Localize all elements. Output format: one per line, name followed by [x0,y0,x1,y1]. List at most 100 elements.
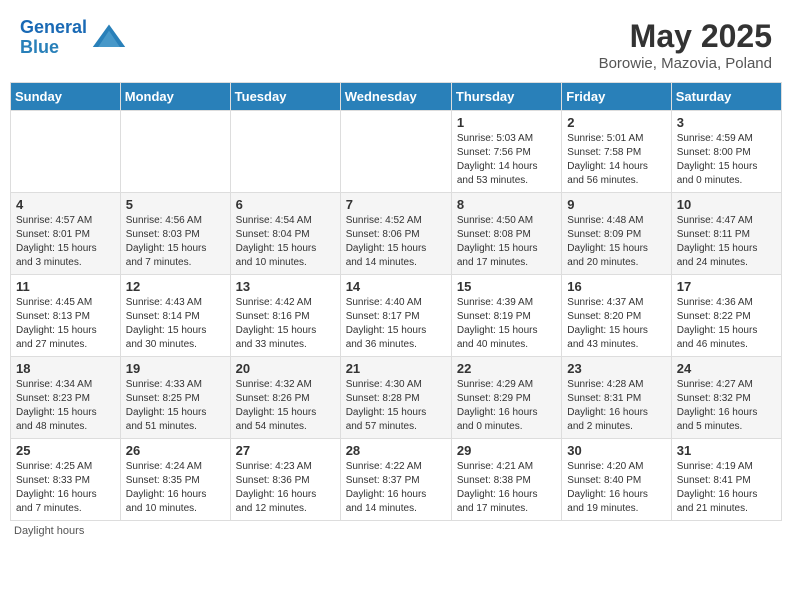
day-info: Sunrise: 4:21 AM Sunset: 8:38 PM Dayligh… [457,460,556,516]
calendar-cell: 8 Sunrise: 4:50 AM Sunset: 8:08 PM Daylig… [451,193,561,275]
calendar-cell: 18 Sunrise: 4:34 AM Sunset: 8:23 PM Dayli… [11,357,121,439]
day-number: 28 [346,443,446,458]
calendar-cell: 7 Sunrise: 4:52 AM Sunset: 8:06 PM Daylig… [340,193,451,275]
calendar-cell: 16Sunrise: 4:37 AM Sunset: 8:20 PM Dayli… [562,275,671,357]
calendar-cell: 10 Sunrise: 4:47 AM Sunset: 8:11 PM Dayli… [671,193,781,275]
calendar-cell: 25 Sunrise: 4:25 AM Sunset: 8:33 PM Dayli… [11,439,121,521]
day-number: 22 [457,361,556,376]
day-info: Sunrise: 4:36 AM Sunset: 8:22 PM Dayligh… [677,296,776,352]
header: General Blue May 2025 Borowie, Mazovia, … [10,10,782,76]
calendar-table: SundayMondayTuesdayWednesdayThursdayFrid… [10,82,782,521]
day-info: Sunrise: 4:33 AM Sunset: 8:25 PM Dayligh… [126,378,225,434]
calendar-cell: 12Sunrise: 4:43 AM Sunset: 8:14 PM Dayli… [120,275,230,357]
day-number: 13 [236,279,335,294]
day-info: Sunrise: 4:30 AM Sunset: 8:28 PM Dayligh… [346,378,446,434]
day-number: 25 [16,443,115,458]
day-number: 1 [457,115,556,130]
calendar-cell: 13 Sunrise: 4:42 AM Sunset: 8:16 PM Dayli… [230,275,340,357]
calendar-cell: 2 Sunrise: 5:01 AM Sunset: 7:58 PM Daylig… [562,111,671,193]
day-info: Sunrise: 4:37 AM Sunset: 8:20 PM Dayligh… [567,296,665,352]
day-number: 3 [677,115,776,130]
day-info: Sunrise: 4:59 AM Sunset: 8:00 PM Dayligh… [677,132,776,188]
calendar-cell: 22 Sunrise: 4:29 AM Sunset: 8:29 PM Dayli… [451,357,561,439]
day-number: 6 [236,197,335,212]
day-number: 27 [236,443,335,458]
day-number: 7 [346,197,446,212]
day-info: Sunrise: 5:03 AM Sunset: 7:56 PM Dayligh… [457,132,556,188]
calendar-cell: 21 Sunrise: 4:30 AM Sunset: 8:28 PM Dayli… [340,357,451,439]
calendar-cell [230,111,340,193]
day-info: Sunrise: 4:22 AM Sunset: 8:37 PM Dayligh… [346,460,446,516]
calendar-cell [120,111,230,193]
day-info: Sunrise: 4:48 AM Sunset: 8:09 PM Dayligh… [567,214,665,270]
calendar-cell: 26Sunrise: 4:24 AM Sunset: 8:35 PM Dayli… [120,439,230,521]
day-header-wednesday: Wednesday [340,83,451,111]
calendar-cell [340,111,451,193]
month-year: May 2025 [599,18,772,55]
calendar-cell: 3 Sunrise: 4:59 AM Sunset: 8:00 PM Daylig… [671,111,781,193]
day-info: Sunrise: 4:45 AM Sunset: 8:13 PM Dayligh… [16,296,115,352]
location: Borowie, Mazovia, Poland [599,55,772,72]
calendar-week-2: 4 Sunrise: 4:57 AM Sunset: 8:01 PM Daylig… [11,193,782,275]
calendar-cell: 28 Sunrise: 4:22 AM Sunset: 8:37 PM Dayli… [340,439,451,521]
day-info: Sunrise: 4:39 AM Sunset: 8:19 PM Dayligh… [457,296,556,352]
day-number: 8 [457,197,556,212]
day-number: 4 [16,197,115,212]
day-info: Sunrise: 4:27 AM Sunset: 8:32 PM Dayligh… [677,378,776,434]
calendar-cell: 14 Sunrise: 4:40 AM Sunset: 8:17 PM Dayli… [340,275,451,357]
calendar-cell: 4 Sunrise: 4:57 AM Sunset: 8:01 PM Daylig… [11,193,121,275]
calendar-cell [11,111,121,193]
calendar-week-3: 11 Sunrise: 4:45 AM Sunset: 8:13 PM Dayli… [11,275,782,357]
day-header-monday: Monday [120,83,230,111]
day-info: Sunrise: 4:25 AM Sunset: 8:33 PM Dayligh… [16,460,115,516]
calendar-cell: 11 Sunrise: 4:45 AM Sunset: 8:13 PM Dayli… [11,275,121,357]
day-info: Sunrise: 5:01 AM Sunset: 7:58 PM Dayligh… [567,132,665,188]
day-info: Sunrise: 4:40 AM Sunset: 8:17 PM Dayligh… [346,296,446,352]
day-info: Sunrise: 4:57 AM Sunset: 8:01 PM Dayligh… [16,214,115,270]
calendar-cell: 27Sunrise: 4:23 AM Sunset: 8:36 PM Dayli… [230,439,340,521]
day-number: 30 [567,443,665,458]
day-info: Sunrise: 4:56 AM Sunset: 8:03 PM Dayligh… [126,214,225,270]
calendar-cell: 9Sunrise: 4:48 AM Sunset: 8:09 PM Daylig… [562,193,671,275]
calendar-week-5: 25 Sunrise: 4:25 AM Sunset: 8:33 PM Dayli… [11,439,782,521]
day-info: Sunrise: 4:47 AM Sunset: 8:11 PM Dayligh… [677,214,776,270]
day-number: 11 [16,279,115,294]
day-number: 15 [457,279,556,294]
day-number: 17 [677,279,776,294]
day-info: Sunrise: 4:34 AM Sunset: 8:23 PM Dayligh… [16,378,115,434]
calendar-week-1: 1 Sunrise: 5:03 AM Sunset: 7:56 PM Daylig… [11,111,782,193]
day-number: 14 [346,279,446,294]
day-header-thursday: Thursday [451,83,561,111]
day-info: Sunrise: 4:50 AM Sunset: 8:08 PM Dayligh… [457,214,556,270]
calendar-cell: 5Sunrise: 4:56 AM Sunset: 8:03 PM Daylig… [120,193,230,275]
day-number: 21 [346,361,446,376]
days-header-row: SundayMondayTuesdayWednesdayThursdayFrid… [11,83,782,111]
day-number: 2 [567,115,665,130]
calendar-week-4: 18 Sunrise: 4:34 AM Sunset: 8:23 PM Dayli… [11,357,782,439]
calendar-cell: 6Sunrise: 4:54 AM Sunset: 8:04 PM Daylig… [230,193,340,275]
day-info: Sunrise: 4:43 AM Sunset: 8:14 PM Dayligh… [126,296,225,352]
calendar-cell: 29Sunrise: 4:21 AM Sunset: 8:38 PM Dayli… [451,439,561,521]
day-info: Sunrise: 4:32 AM Sunset: 8:26 PM Dayligh… [236,378,335,434]
day-info: Sunrise: 4:42 AM Sunset: 8:16 PM Dayligh… [236,296,335,352]
day-info: Sunrise: 4:28 AM Sunset: 8:31 PM Dayligh… [567,378,665,434]
logo-text: General [20,18,87,38]
title-area: May 2025 Borowie, Mazovia, Poland [599,18,772,72]
calendar-cell: 31Sunrise: 4:19 AM Sunset: 8:41 PM Dayli… [671,439,781,521]
calendar-cell: 23Sunrise: 4:28 AM Sunset: 8:31 PM Dayli… [562,357,671,439]
day-number: 31 [677,443,776,458]
day-header-sunday: Sunday [11,83,121,111]
logo-subtext: Blue [20,38,87,58]
calendar-cell: 17 Sunrise: 4:36 AM Sunset: 8:22 PM Dayli… [671,275,781,357]
day-info: Sunrise: 4:52 AM Sunset: 8:06 PM Dayligh… [346,214,446,270]
day-number: 19 [126,361,225,376]
calendar-cell: 24Sunrise: 4:27 AM Sunset: 8:32 PM Dayli… [671,357,781,439]
day-header-saturday: Saturday [671,83,781,111]
logo: General Blue [20,18,127,58]
day-info: Sunrise: 4:29 AM Sunset: 8:29 PM Dayligh… [457,378,556,434]
day-number: 18 [16,361,115,376]
day-number: 10 [677,197,776,212]
footer-note: Daylight hours [10,525,782,537]
calendar-cell: 19 Sunrise: 4:33 AM Sunset: 8:25 PM Dayli… [120,357,230,439]
day-number: 20 [236,361,335,376]
